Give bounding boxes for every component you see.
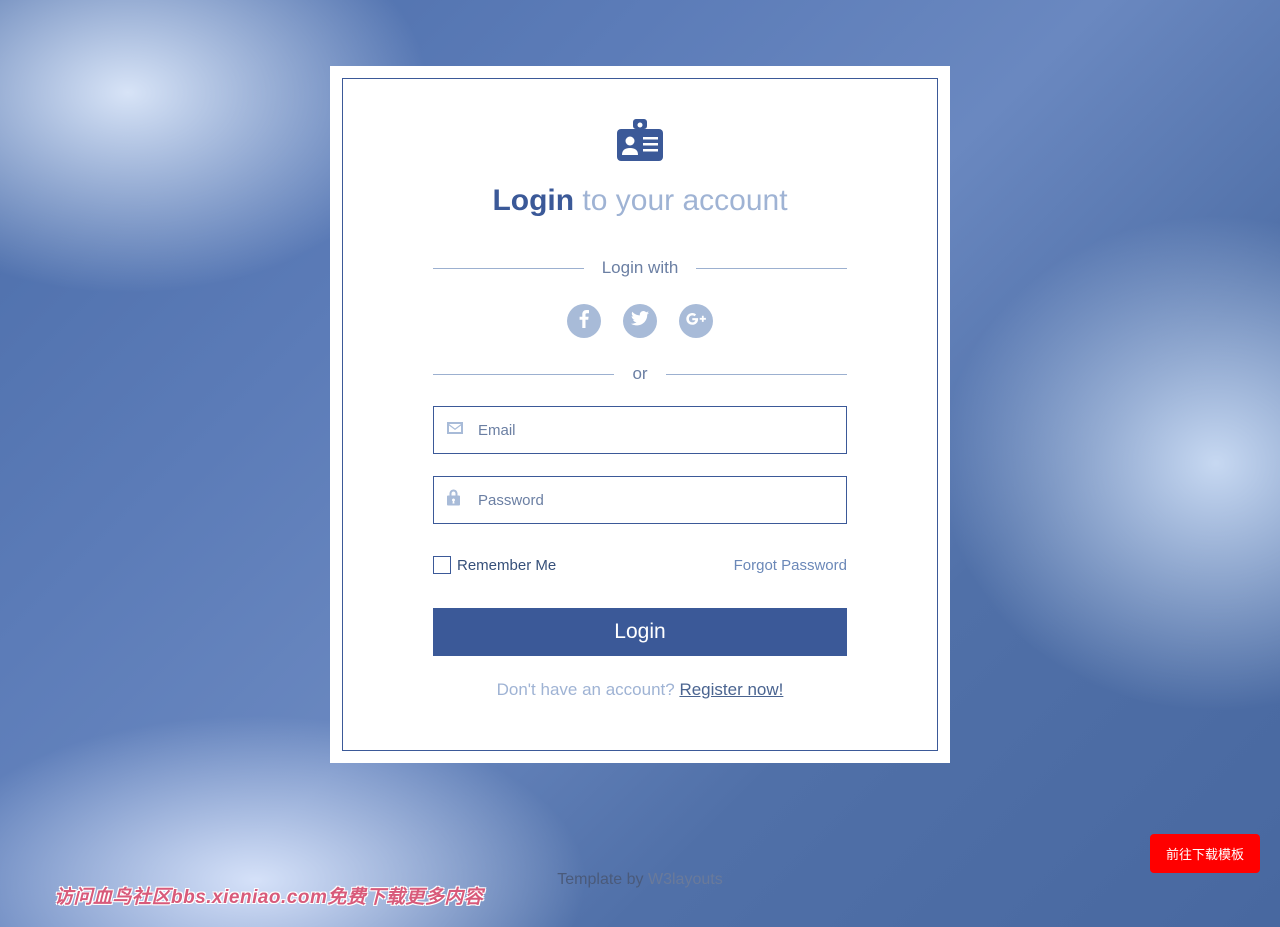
twitter-icon	[631, 311, 649, 331]
login-card: Login to your account Login with	[330, 66, 950, 763]
id-badge-icon	[615, 119, 665, 168]
email-icon	[447, 421, 463, 439]
remember-me-checkbox[interactable]	[433, 556, 451, 574]
twitter-login-button[interactable]	[623, 304, 657, 338]
divider-or: or	[433, 364, 847, 384]
facebook-login-button[interactable]	[567, 304, 601, 338]
divider-login-with: Login with	[433, 258, 847, 278]
remember-me-text: Remember Me	[457, 557, 556, 574]
login-options-row: Remember Me Forgot Password	[433, 556, 847, 574]
lock-icon	[447, 490, 460, 511]
google-plus-icon	[686, 311, 706, 332]
divider-line	[433, 374, 614, 375]
divider-line	[433, 268, 584, 269]
page-title: Login to your account	[433, 184, 847, 218]
watermark-text: 访问血鸟社区bbs.xieniao.com免费下载更多内容	[54, 882, 483, 909]
divider-text: or	[632, 364, 647, 384]
register-link[interactable]: Register now!	[679, 680, 783, 699]
password-field-wrap	[433, 476, 847, 524]
login-button[interactable]: Login	[433, 608, 847, 656]
facebook-icon	[579, 310, 589, 333]
title-rest: to your account	[574, 184, 787, 217]
email-field[interactable]	[433, 406, 847, 454]
footer-prefix: Template by	[557, 871, 648, 888]
title-bold: Login	[492, 184, 574, 217]
divider-line	[666, 374, 847, 375]
social-login-row	[433, 304, 847, 338]
footer-credit-link[interactable]: W3layouts	[648, 871, 723, 888]
download-template-button[interactable]: 前往下载模板	[1150, 834, 1260, 873]
forgot-password-link[interactable]: Forgot Password	[734, 557, 847, 574]
register-prompt: Don't have an account? Register now!	[433, 680, 847, 700]
divider-line	[696, 268, 847, 269]
password-field[interactable]	[433, 476, 847, 524]
google-plus-login-button[interactable]	[679, 304, 713, 338]
login-card-inner: Login to your account Login with	[342, 78, 938, 751]
register-prompt-text: Don't have an account?	[497, 680, 680, 699]
remember-me-label[interactable]: Remember Me	[433, 556, 556, 574]
divider-text: Login with	[602, 258, 679, 278]
email-field-wrap	[433, 406, 847, 454]
